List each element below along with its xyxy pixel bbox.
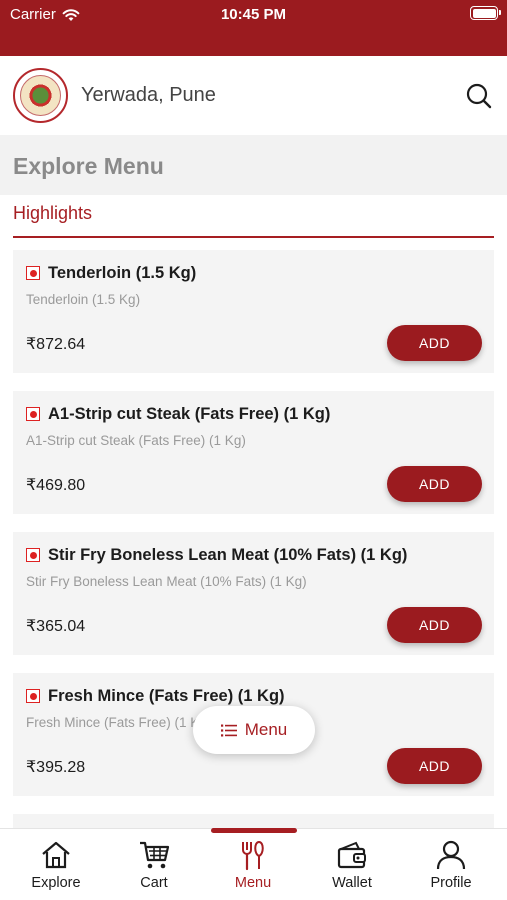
item-description: Fresh Mince (Fats Free) (1 Kg) — [26, 715, 212, 730]
item-name: A1-Strip cut Steak (Fats Free) (1 Kg) — [48, 405, 331, 423]
non-veg-icon — [26, 266, 40, 280]
tab-label: Wallet — [332, 875, 372, 891]
tab-highlights[interactable]: Highlights — [13, 203, 92, 224]
search-icon[interactable] — [465, 82, 493, 110]
list-item[interactable]: A1-Strip cut Steak (Fats Free) (1 Kg) A1… — [13, 391, 494, 514]
home-icon — [42, 841, 70, 869]
non-veg-icon — [26, 548, 40, 562]
status-bar: Carrier 10:45 PM — [0, 0, 507, 56]
tab-label: Profile — [430, 875, 472, 891]
fork-knife-icon — [242, 840, 264, 871]
item-price: ₹395.28 — [26, 759, 86, 776]
list-item[interactable] — [13, 814, 494, 828]
brand-logo — [13, 68, 68, 123]
list-item[interactable]: Stir Fry Boneless Lean Meat (10% Fats) (… — [13, 532, 494, 655]
location-label[interactable]: Yerwada, Pune — [81, 84, 216, 107]
list-item[interactable]: Tenderloin (1.5 Kg) Tenderloin (1.5 Kg) … — [13, 250, 494, 373]
battery-icon — [470, 6, 501, 20]
item-description: Stir Fry Boneless Lean Meat (10% Fats) (… — [26, 574, 307, 589]
tab-wallet[interactable]: Wallet — [302, 839, 402, 899]
header: Yerwada, Pune — [0, 56, 507, 135]
tab-label: Cart — [140, 875, 168, 891]
tab-explore[interactable]: Explore — [6, 839, 106, 899]
non-veg-icon — [26, 407, 40, 421]
item-name: Stir Fry Boneless Lean Meat (10% Fats) (… — [48, 546, 408, 564]
active-tab-indicator — [211, 828, 297, 833]
non-veg-icon — [26, 689, 40, 703]
person-icon — [436, 840, 466, 870]
tab-menu[interactable]: Menu — [203, 839, 303, 899]
item-name: Tenderloin (1.5 Kg) — [48, 264, 197, 282]
menu-button-label: Menu — [244, 720, 288, 739]
menu-button[interactable]: Menu — [193, 706, 315, 754]
item-name: Fresh Mince (Fats Free) (1 Kg) — [48, 687, 285, 705]
tab-profile[interactable]: Profile — [401, 839, 501, 899]
add-button[interactable]: ADD — [387, 325, 482, 361]
clock: 10:45 PM — [220, 6, 287, 23]
item-price: ₹469.80 — [26, 477, 86, 494]
item-description: A1-Strip cut Steak (Fats Free) (1 Kg) — [26, 433, 246, 448]
list-icon — [220, 724, 237, 736]
item-price: ₹365.04 — [26, 618, 86, 635]
add-button[interactable]: ADD — [387, 607, 482, 643]
add-button[interactable]: ADD — [387, 748, 482, 784]
category-tabs: Highlights — [0, 195, 507, 240]
page-title: Explore Menu — [13, 153, 164, 179]
add-button[interactable]: ADD — [387, 466, 482, 502]
item-description: Tenderloin (1.5 Kg) — [26, 292, 141, 307]
tab-underline — [13, 236, 494, 238]
bottom-tab-bar: Explore Cart Menu Wallet Profile — [0, 828, 507, 900]
tab-label: Menu — [234, 875, 272, 891]
wallet-icon — [337, 841, 366, 869]
cart-icon — [140, 841, 170, 869]
item-price: ₹872.64 — [26, 336, 86, 353]
tab-label: Explore — [31, 875, 81, 891]
tab-cart[interactable]: Cart — [104, 839, 204, 899]
